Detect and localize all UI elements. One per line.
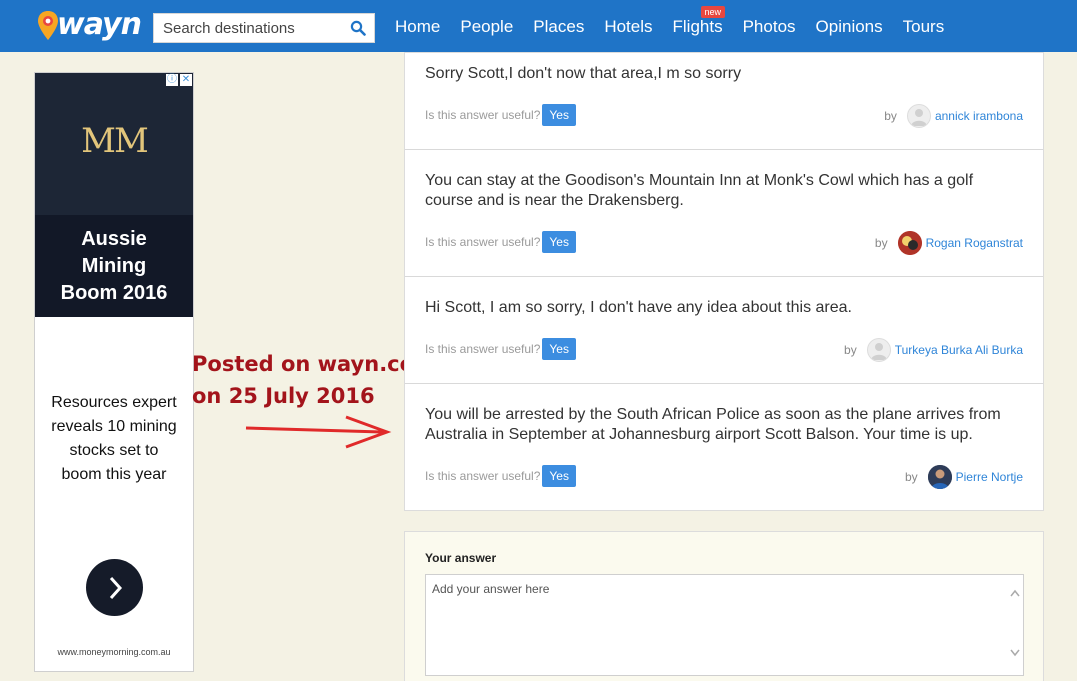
by-label: by — [874, 236, 888, 250]
answer-item: You will be arrested by the South Africa… — [405, 384, 1043, 510]
author-link[interactable]: Pierre Nortje — [956, 470, 1023, 484]
avatar[interactable] — [906, 104, 931, 128]
useful-label: Is this answer useful? — [425, 108, 541, 122]
useful-label: Is this answer useful? — [425, 342, 541, 356]
nav-hotels[interactable]: Hotels — [604, 17, 652, 37]
ad-choices[interactable]: ⓘ ✕ — [166, 74, 192, 86]
avatar[interactable] — [866, 338, 891, 362]
answer-item: Hi Scott, I am so sorry, I don't have an… — [405, 277, 1043, 384]
by-label: by — [884, 109, 897, 123]
nav-flights[interactable]: Flights new — [672, 6, 726, 37]
wayn-logo[interactable]: wayn — [37, 6, 142, 44]
ad-headline-line: Boom 2016 — [60, 282, 168, 304]
chevron-right-icon — [109, 576, 123, 600]
search-input[interactable] — [154, 14, 344, 42]
your-answer-label: Your answer — [425, 551, 497, 565]
nav-flights-label: Flights — [672, 17, 723, 36]
nav-opinions[interactable]: Opinions — [816, 17, 883, 37]
ad-body-line: Resources expert — [51, 394, 177, 411]
nav-tours[interactable]: Tours — [903, 17, 945, 37]
useful-prompt: Is this answer useful? Yes — [425, 104, 576, 126]
answer-textarea-box — [425, 574, 1024, 676]
author-link[interactable]: Turkeya Burka Ali Burka — [895, 343, 1023, 357]
answer-textarea[interactable] — [426, 575, 1006, 673]
posted-annotation: Posted on wayn.com on 25 July 2016 — [192, 348, 436, 412]
answer-item: You can stay at the Goodison's Mountain … — [405, 150, 1043, 277]
ad-url[interactable]: www.moneymorning.com.au — [35, 647, 193, 657]
answer-byline: by Pierre Nortje — [905, 465, 1023, 489]
by-label: by — [844, 343, 857, 357]
ad-body-line: reveals 10 mining — [51, 418, 177, 435]
answers-list: Sorry Scott,I don't now that area,I m so… — [404, 52, 1044, 511]
avatar[interactable] — [927, 465, 952, 489]
useful-label: Is this answer useful? — [425, 469, 541, 483]
location-pin-icon — [38, 11, 58, 40]
nav-people[interactable]: People — [460, 17, 513, 37]
nav-places[interactable]: Places — [533, 17, 584, 37]
ad-headline-line: Aussie — [81, 228, 147, 250]
ad-body-text: Resources expert reveals 10 mining stock… — [35, 317, 193, 487]
useful-prompt: Is this answer useful? Yes — [425, 465, 576, 487]
answer-text: Hi Scott, I am so sorry, I don't have an… — [425, 299, 852, 316]
yes-button[interactable]: Yes — [542, 465, 576, 487]
search-icon[interactable] — [350, 20, 366, 36]
useful-label: Is this answer useful? — [425, 235, 541, 249]
close-icon[interactable]: ✕ — [180, 74, 192, 86]
yes-button[interactable]: Yes — [542, 104, 576, 126]
ad-headline-line: Mining — [81, 255, 147, 277]
answer-text: You will be arrested by the South Africa… — [425, 406, 1001, 443]
logo-text: wayn — [57, 6, 142, 42]
answer-byline: by annick irambona — [884, 104, 1023, 128]
useful-prompt: Is this answer useful? Yes — [425, 338, 576, 360]
ad-headline: Aussie Mining Boom 2016 — [35, 215, 193, 317]
author-link[interactable]: annick irambona — [935, 109, 1023, 123]
yes-button[interactable]: Yes — [542, 338, 576, 360]
useful-prompt: Is this answer useful? Yes — [425, 231, 576, 253]
nav-photos[interactable]: Photos — [743, 17, 796, 37]
ad-logo-area: ⓘ ✕ MM — [35, 73, 193, 215]
chevron-down-icon[interactable] — [1010, 649, 1020, 657]
by-label: by — [904, 470, 918, 484]
author-link[interactable]: Rogan Roganstrat — [926, 236, 1023, 250]
advertisement-banner[interactable]: ⓘ ✕ MM Aussie Mining Boom 2016 Resources… — [34, 72, 194, 672]
annotation-line: Posted on wayn.com — [192, 352, 436, 376]
answer-text: You can stay at the Goodison's Mountain … — [425, 172, 974, 209]
your-answer-section: Your answer — [404, 531, 1044, 681]
nav-home[interactable]: Home — [395, 17, 440, 37]
answer-byline: by Turkeya Burka Ali Burka — [844, 338, 1023, 362]
new-badge: new — [700, 6, 726, 18]
red-arrow-icon — [245, 415, 392, 449]
answer-byline: by Rogan Roganstrat — [875, 231, 1023, 255]
annotation-line: on 25 July 2016 — [192, 384, 375, 408]
ad-logo: MM — [81, 121, 149, 161]
yes-button[interactable]: Yes — [542, 231, 576, 253]
top-navigation-bar: wayn Home People Places Hotels Flights n… — [0, 0, 1077, 52]
textarea-scrollbar[interactable] — [1007, 575, 1023, 675]
answer-item: Sorry Scott,I don't now that area,I m so… — [405, 53, 1043, 150]
chevron-up-icon[interactable] — [1010, 589, 1020, 597]
answer-text: Sorry Scott,I don't now that area,I m so… — [425, 65, 742, 82]
search-box[interactable] — [153, 13, 375, 43]
info-icon[interactable]: ⓘ — [166, 74, 178, 86]
main-nav: Home People Places Hotels Flights new Ph… — [395, 6, 964, 37]
ad-body-line: stocks set to — [69, 442, 159, 459]
avatar[interactable] — [897, 231, 922, 255]
ad-go-button[interactable] — [86, 559, 143, 616]
ad-body-line: boom this year — [61, 466, 167, 483]
